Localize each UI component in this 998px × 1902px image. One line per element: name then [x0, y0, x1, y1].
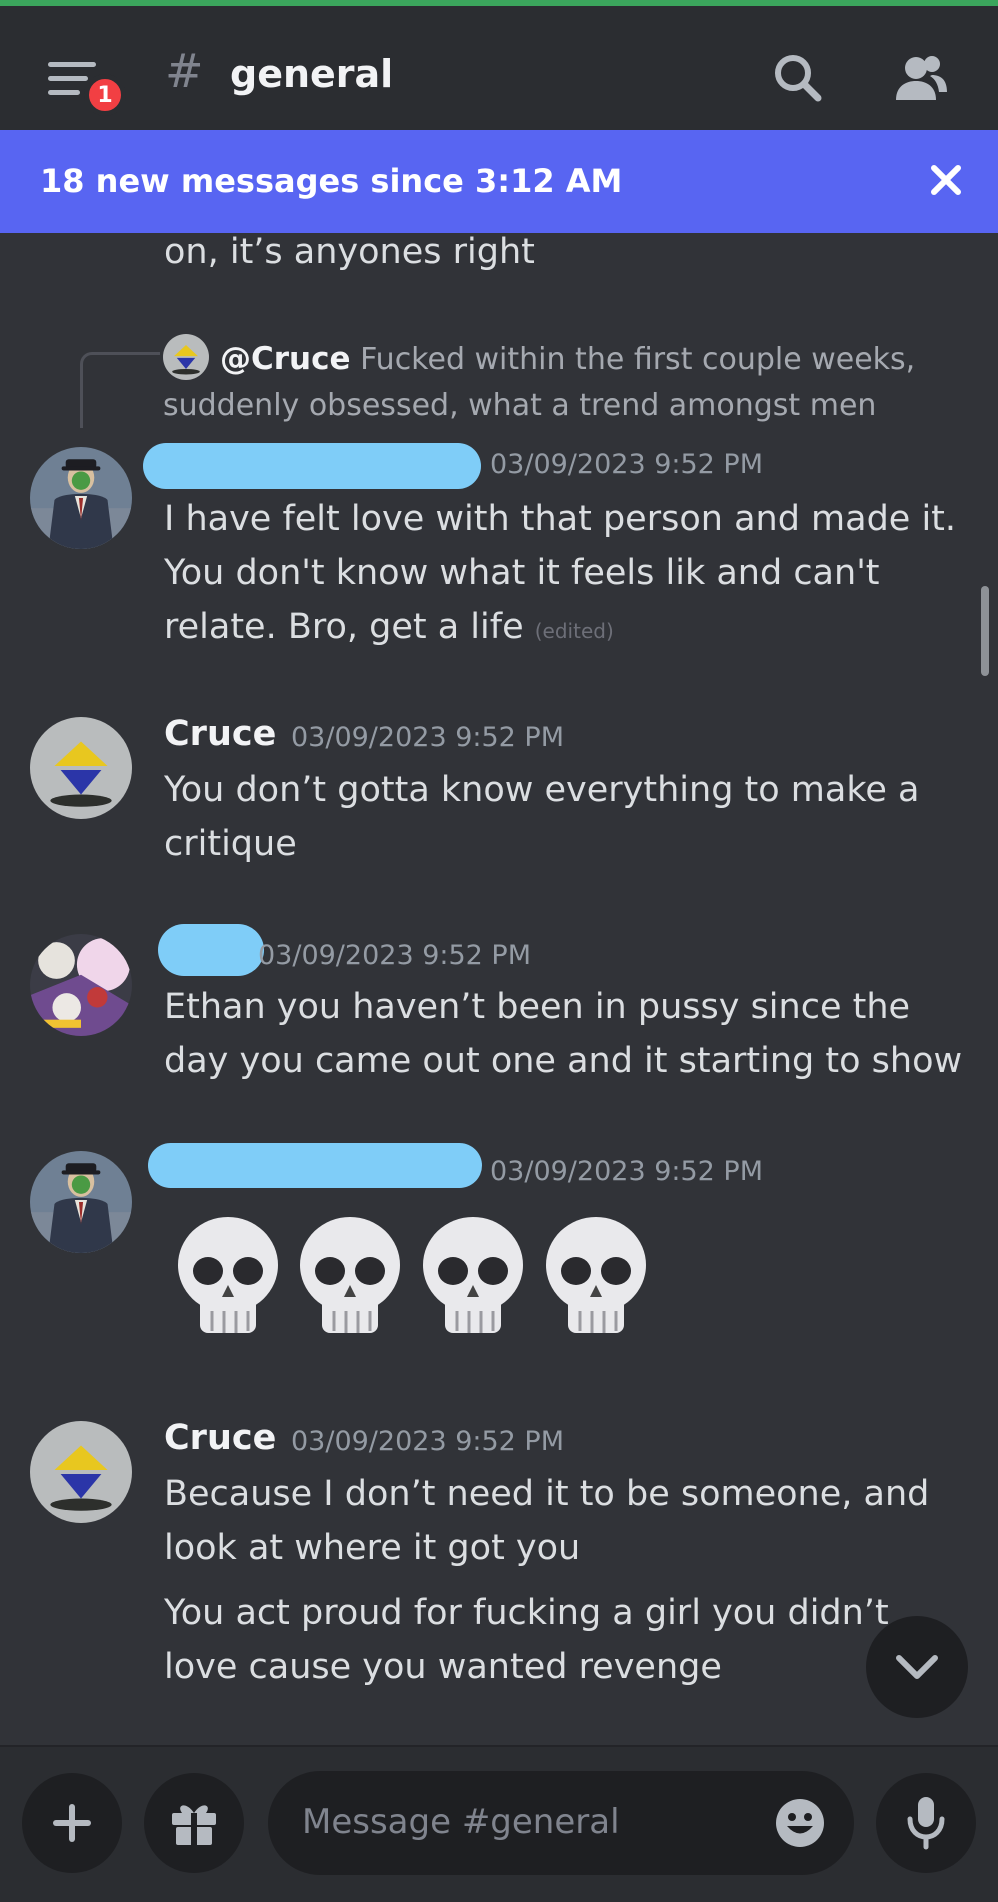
message-timestamp: 03/09/2023 9:52 PM — [291, 722, 564, 753]
reply-spine — [80, 352, 160, 428]
gift-button[interactable] — [144, 1773, 244, 1873]
message-content: Ethan you haven’t been in pussy since th… — [164, 987, 963, 1081]
unread-badge: 1 — [84, 74, 126, 116]
edited-label: (edited) — [534, 619, 614, 643]
message-content: You don’t gotta know everything to make … — [164, 770, 920, 864]
message-author[interactable]: Cruce — [164, 714, 276, 754]
voice-message-button[interactable] — [876, 1773, 976, 1873]
menu-button[interactable]: 1 — [44, 54, 128, 124]
channel-title: general — [230, 52, 394, 96]
scrollbar-thumb[interactable] — [981, 586, 989, 676]
message-timestamp: 03/09/2023 9:52 PM — [258, 940, 531, 971]
add-attachment-button[interactable] — [22, 1773, 122, 1873]
microphone-icon — [907, 1797, 945, 1850]
members-icon[interactable] — [892, 52, 950, 104]
jump-to-latest-button[interactable] — [866, 1616, 968, 1718]
avatar[interactable] — [30, 717, 132, 819]
avatar[interactable] — [30, 1421, 132, 1523]
gift-icon — [172, 1805, 216, 1845]
redacted-username — [148, 1143, 482, 1188]
avatar[interactable] — [30, 1151, 132, 1253]
skull-emoji[interactable] — [298, 1215, 402, 1337]
message-input-wrapper[interactable] — [268, 1771, 854, 1875]
skull-emoji[interactable] — [544, 1215, 648, 1337]
message-content: You act proud for fucking a girl you did… — [164, 1593, 889, 1687]
message-timestamp: 03/09/2023 9:52 PM — [490, 449, 763, 480]
skull-emoji[interactable] — [421, 1215, 525, 1337]
channel-hash-icon: # — [165, 44, 204, 98]
message-content: I have felt love with that person and ma… — [164, 492, 964, 658]
new-messages-text: 18 new messages since 3:12 AM — [40, 162, 623, 200]
skull-emoji[interactable] — [176, 1215, 280, 1337]
message-input[interactable] — [302, 1789, 722, 1855]
close-icon[interactable] — [928, 162, 964, 198]
emoji-icon[interactable] — [774, 1797, 826, 1849]
message-timestamp: 03/09/2023 9:52 PM — [490, 1156, 763, 1187]
message-content: on, it’s anyones right — [164, 232, 535, 272]
search-icon[interactable] — [772, 52, 824, 104]
avatar[interactable] — [30, 447, 132, 549]
reply-mention[interactable]: @Cruce — [220, 341, 351, 377]
channel-header: 1 # general — [0, 6, 998, 130]
message-timestamp: 03/09/2023 9:52 PM — [291, 1426, 564, 1457]
message-content: Because I don’t need it to be someone, a… — [164, 1474, 930, 1568]
avatar[interactable] — [30, 934, 132, 1036]
new-messages-banner[interactable]: 18 new messages since 3:12 AM — [0, 130, 998, 233]
chevron-down-icon — [896, 1655, 938, 1679]
plus-icon — [53, 1804, 91, 1842]
message-author[interactable]: Cruce — [164, 1418, 276, 1458]
redacted-username — [143, 443, 481, 489]
redacted-username — [158, 924, 264, 976]
reply-preview[interactable]: @Cruce Fucked within the first couple we… — [163, 336, 963, 429]
